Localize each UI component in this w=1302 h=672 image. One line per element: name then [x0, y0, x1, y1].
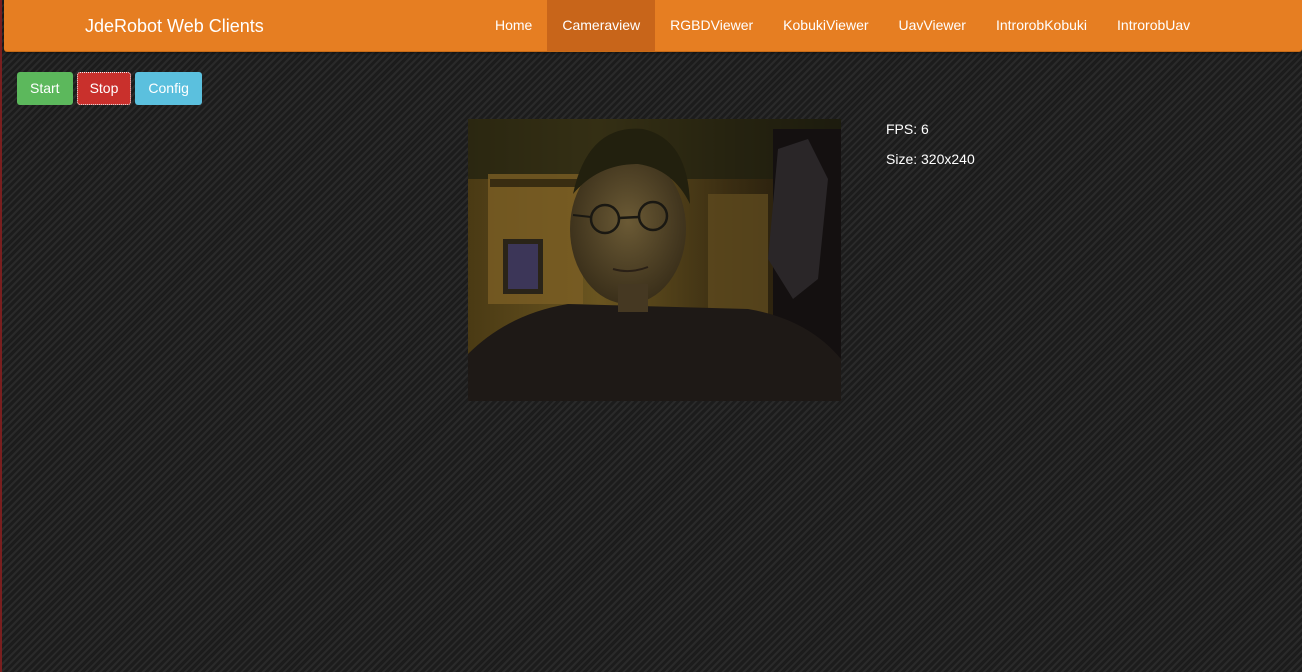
nav-item-introrobkobuki[interactable]: IntrorobKobuki [981, 0, 1102, 51]
size-readout: Size: 320x240 [886, 151, 975, 167]
camera-frame-image [468, 119, 841, 401]
nav-item-rgbdviewer[interactable]: RGBDViewer [655, 0, 768, 51]
nav-item-introrobuav[interactable]: IntrorobUav [1102, 0, 1205, 51]
config-button[interactable]: Config [135, 72, 202, 105]
nav-item-home[interactable]: Home [480, 0, 547, 51]
start-button[interactable]: Start [17, 72, 73, 105]
fps-readout: FPS: 6 [886, 121, 929, 137]
nav-item-cameraview[interactable]: Cameraview [547, 0, 656, 51]
navbar: JdeRobot Web Clients Home Cameraview RGB… [4, 0, 1302, 52]
stream-stats: FPS: 6 Size: 320x240 [886, 121, 975, 181]
nav-item-kobukiviewer[interactable]: KobukiViewer [768, 0, 883, 51]
stop-button[interactable]: Stop [76, 72, 132, 105]
nav-menu: Home Cameraview RGBDViewer KobukiViewer … [480, 0, 1205, 51]
brand-title[interactable]: JdeRobot Web Clients [85, 15, 264, 37]
nav-item-uavviewer[interactable]: UavViewer [884, 0, 981, 51]
control-toolbar: Start Stop Config [17, 72, 202, 105]
camera-view [468, 119, 841, 401]
